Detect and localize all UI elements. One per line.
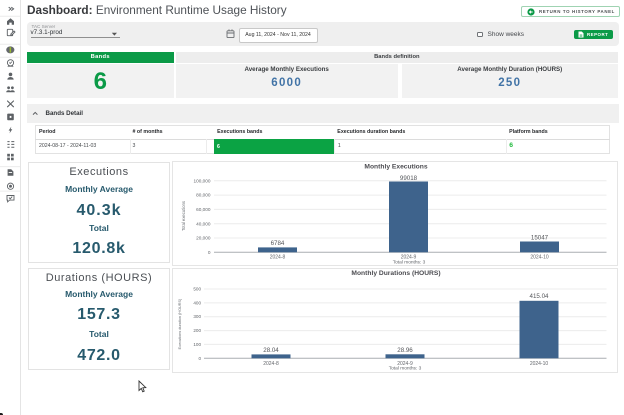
- svg-text:100: 100: [193, 341, 201, 346]
- svg-text:300: 300: [193, 314, 201, 319]
- svg-text:Total executions: Total executions: [181, 201, 186, 231]
- svg-text:500: 500: [193, 286, 201, 291]
- svg-text:Executions duration (HOURS): Executions duration (HOURS): [178, 297, 182, 348]
- svg-text:2024-10: 2024-10: [530, 255, 549, 261]
- svg-text:Total months: 3: Total months: 3: [389, 365, 422, 371]
- svg-text:400: 400: [193, 300, 201, 305]
- svg-text:200: 200: [193, 328, 201, 333]
- svg-text:28.96: 28.96: [397, 347, 413, 354]
- svg-text:20,000: 20,000: [196, 236, 211, 241]
- svg-text:6784: 6784: [271, 240, 285, 247]
- svg-text:Monthly Durations (HOURS): Monthly Durations (HOURS): [351, 270, 440, 277]
- svg-text:2024-10: 2024-10: [530, 361, 549, 367]
- svg-text:15047: 15047: [531, 234, 549, 241]
- svg-text:Total months: 3: Total months: 3: [393, 260, 426, 266]
- svg-text:0: 0: [208, 250, 211, 255]
- svg-text:Monthly Executions: Monthly Executions: [364, 163, 427, 170]
- svg-text:40,000: 40,000: [196, 221, 211, 226]
- svg-text:2024-8: 2024-8: [270, 255, 286, 261]
- svg-text:99018: 99018: [400, 175, 418, 182]
- svg-text:80,000: 80,000: [196, 193, 211, 198]
- svg-text:100,000: 100,000: [194, 178, 211, 183]
- svg-text:2024-8: 2024-8: [263, 361, 279, 367]
- svg-text:60,000: 60,000: [196, 207, 211, 212]
- svg-text:415.04: 415.04: [530, 292, 549, 299]
- svg-text:0: 0: [198, 355, 201, 360]
- svg-text:28.04: 28.04: [263, 347, 279, 354]
